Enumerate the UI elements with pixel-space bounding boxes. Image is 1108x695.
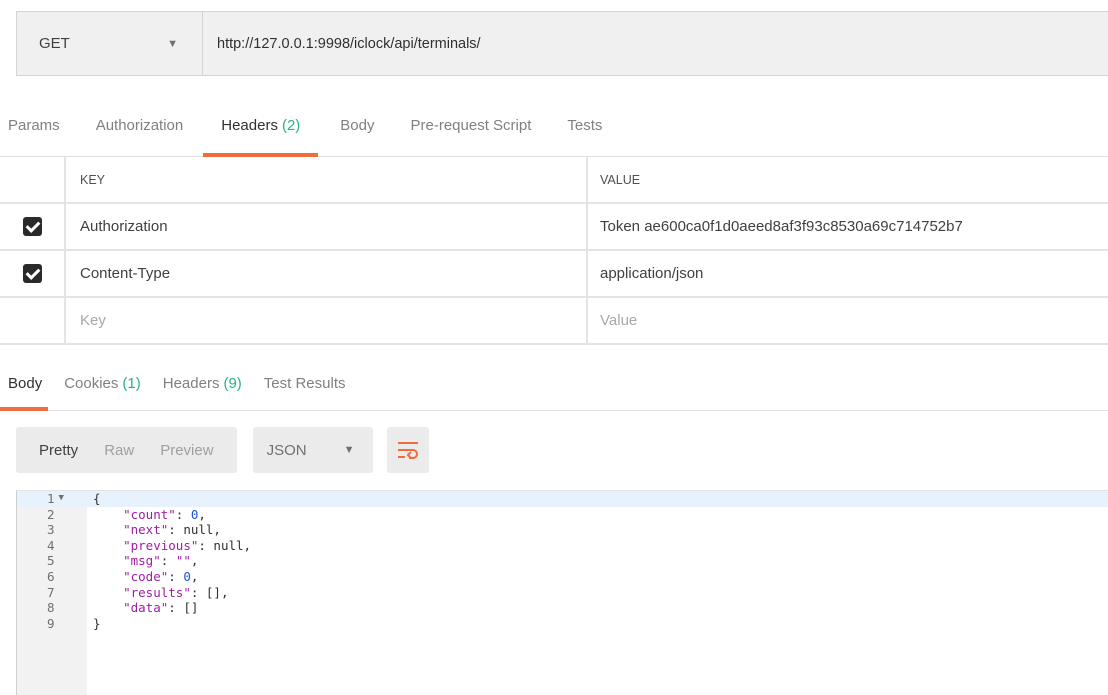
tab-response-headers[interactable]: Headers (9): [163, 356, 242, 411]
checkbox-column-header: [0, 157, 66, 202]
checkbox-checked-icon[interactable]: [22, 217, 42, 236]
code-line: 8 "data": []: [17, 600, 1108, 616]
tab-label: Authorization: [95, 117, 184, 134]
tab-tests[interactable]: Tests: [567, 95, 602, 157]
header-key-input[interactable]: Authorization: [66, 204, 588, 249]
wrap-lines-button[interactable]: [386, 427, 429, 473]
header-value-input[interactable]: application/json: [588, 251, 1108, 296]
row-checkbox-cell: [0, 204, 66, 249]
header-value-input[interactable]: Token ae600ca0f1d0aeed8af3f93c8530a69c71…: [588, 204, 1108, 249]
tab-label: Body: [8, 374, 43, 392]
fold-toggle-icon[interactable]: ▼: [59, 491, 64, 507]
checkbox-checked-icon[interactable]: [22, 264, 42, 283]
code-text: "results": [],: [123, 584, 229, 600]
line-number: 6: [47, 568, 55, 584]
tab-label: Body: [340, 117, 375, 134]
tab-params[interactable]: Params: [8, 95, 60, 157]
new-key-input[interactable]: Key: [66, 298, 588, 343]
code-text: "data": []: [123, 600, 199, 616]
tab-label: Tests: [567, 117, 603, 134]
line-number: 4: [47, 537, 55, 553]
code-text: "count": 0,: [123, 506, 206, 522]
table-row-new: Key Value: [0, 298, 1108, 345]
table-row: Authorization Token ae600ca0f1d0aeed8af3…: [0, 204, 1108, 251]
code-text: "previous": null,: [123, 537, 252, 553]
language-label: JSON: [266, 441, 307, 459]
request-tabs: Params Authorization Headers (2) Body Pre…: [0, 95, 1108, 157]
code-line: 7 "results": [],: [17, 585, 1108, 601]
code-line: 2 "count": 0,: [17, 507, 1108, 523]
code-lines: 1 ▼{2 "count": 0, 3 "next": null, 4 "previo…: [17, 491, 1108, 631]
method-select[interactable]: GET ▼: [17, 12, 203, 75]
value-column-header: VALUE: [600, 172, 641, 187]
line-number: 1 ▼: [47, 491, 64, 507]
table-row: Content-Type application/json: [0, 251, 1108, 298]
chevron-down-icon: ▼: [167, 37, 178, 50]
code-text: "next": null,: [123, 522, 221, 538]
tab-headers[interactable]: Headers (2): [203, 95, 319, 157]
code-text: "code": 0,: [123, 568, 199, 584]
raw-button[interactable]: Raw: [91, 442, 147, 459]
request-bar: GET ▼ http://127.0.0.1:9998/iclock/api/t…: [0, 0, 1108, 95]
chevron-down-icon: ▼: [343, 444, 355, 456]
tab-label: Cookies: [64, 374, 119, 392]
code-text: {: [93, 491, 101, 506]
code-line: 5 "msg": "",: [17, 553, 1108, 569]
tab-label: Headers: [221, 117, 278, 134]
url-bar: GET ▼ http://127.0.0.1:9998/iclock/api/t…: [16, 11, 1108, 76]
line-number: 7: [47, 584, 55, 600]
tab-authorization[interactable]: Authorization: [96, 95, 184, 157]
tab-label: Headers: [162, 374, 220, 392]
new-value-input[interactable]: Value: [588, 298, 1108, 343]
code-line: 9}: [17, 616, 1108, 632]
line-number: 9: [47, 615, 55, 631]
tab-cookies[interactable]: Cookies (1): [64, 356, 141, 411]
tab-test-results[interactable]: Test Results: [264, 356, 346, 411]
method-label: GET: [39, 35, 70, 52]
line-number: 5: [47, 553, 55, 569]
tab-count: (9): [223, 374, 242, 392]
code-line: 4 "previous": null,: [17, 538, 1108, 554]
pretty-button[interactable]: Pretty: [26, 442, 91, 459]
line-number: 2: [47, 506, 55, 522]
language-select[interactable]: JSON ▼: [252, 427, 373, 473]
table-header-row: KEY VALUE: [0, 157, 1108, 204]
wrap-lines-icon: [397, 442, 418, 459]
response-tabs: Body Cookies (1) Headers (9) Test Results: [0, 356, 1108, 411]
code-text: }: [93, 615, 101, 631]
tab-count: (1): [122, 374, 141, 392]
line-number: 3: [47, 522, 55, 538]
code-line: 3 "next": null,: [17, 522, 1108, 538]
row-checkbox-cell: [0, 251, 66, 296]
tab-label: Test Results: [263, 374, 346, 392]
format-group: Pretty Raw Preview: [16, 427, 237, 473]
code-text: "msg": "",: [123, 553, 199, 569]
code-line: 6 "code": 0,: [17, 569, 1108, 585]
code-line: 1 ▼ {: [17, 491, 1108, 507]
tab-label: Pre-request Script: [410, 117, 532, 134]
line-number: 8: [47, 600, 55, 616]
preview-button[interactable]: Preview: [147, 442, 226, 459]
tab-body[interactable]: Body: [340, 95, 374, 157]
tab-pre-request-script[interactable]: Pre-request Script: [411, 95, 532, 157]
tab-response-body[interactable]: Body: [0, 356, 49, 411]
url-input[interactable]: http://127.0.0.1:9998/iclock/api/termina…: [203, 12, 1108, 75]
headers-table: KEY VALUE Authorization Token ae600ca0f1…: [0, 157, 1108, 345]
key-column-header: KEY: [66, 157, 588, 202]
response-body-editor[interactable]: 1 ▼{2 "count": 0, 3 "next": null, 4 "previo…: [16, 490, 1108, 695]
response-toolbar: Pretty Raw Preview JSON ▼: [16, 427, 429, 473]
tab-count: (2): [281, 117, 301, 134]
row-checkbox-cell: [0, 298, 66, 343]
tab-label: Params: [8, 117, 60, 134]
header-key-input[interactable]: Content-Type: [66, 251, 588, 296]
